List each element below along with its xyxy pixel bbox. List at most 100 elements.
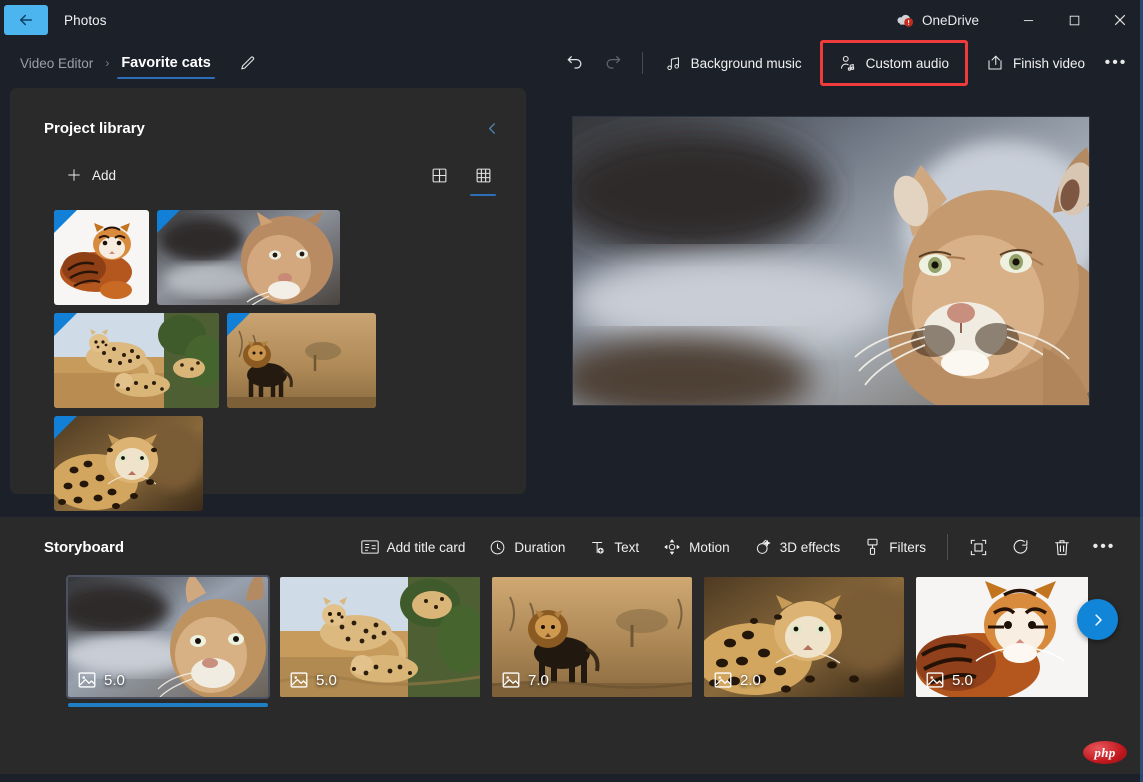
library-view-toggles bbox=[424, 160, 498, 196]
onedrive-status[interactable]: OneDrive bbox=[895, 12, 979, 28]
php-logo: php bbox=[1083, 741, 1127, 764]
library-toolbar: Add bbox=[10, 142, 526, 196]
close-icon bbox=[1114, 14, 1126, 26]
clip-duration: 5.0 bbox=[290, 671, 337, 689]
add-title-card-button[interactable]: Add title card bbox=[349, 530, 478, 564]
command-bar: Video Editor › Favorite cats Background … bbox=[0, 40, 1143, 86]
php-watermark: php bbox=[1083, 741, 1131, 764]
music-note-icon bbox=[666, 56, 679, 70]
share-export-icon bbox=[988, 55, 1002, 70]
breadcrumb-separator: › bbox=[105, 56, 110, 70]
grid-3x3-view-button[interactable] bbox=[468, 160, 498, 196]
video-preview[interactable] bbox=[572, 116, 1090, 406]
clip-duration-value: 2.0 bbox=[740, 671, 761, 689]
image-icon bbox=[290, 672, 308, 688]
grid-3x3-icon bbox=[476, 168, 490, 182]
image-icon bbox=[502, 672, 520, 688]
clip-duration-value: 7.0 bbox=[528, 671, 549, 689]
close-button[interactable] bbox=[1097, 0, 1143, 40]
minimize-icon bbox=[1023, 19, 1033, 21]
clip-duration: 5.0 bbox=[926, 671, 973, 689]
library-item-cheetah-pair[interactable] bbox=[54, 313, 219, 408]
storyboard-clip-cougar[interactable]: 5.0 bbox=[66, 575, 270, 707]
library-item-leopard-portrait[interactable] bbox=[54, 416, 203, 511]
selected-corner-marker bbox=[54, 210, 77, 233]
collapse-library-button[interactable] bbox=[478, 114, 506, 142]
app-title: Photos bbox=[64, 12, 107, 28]
more-options-button[interactable]: ••• bbox=[1097, 46, 1135, 80]
motion-label: Motion bbox=[689, 539, 730, 555]
thumbnail-image bbox=[54, 313, 219, 408]
custom-audio-highlight: Custom audio bbox=[819, 40, 968, 86]
undo-button[interactable] bbox=[556, 46, 594, 80]
back-button[interactable] bbox=[4, 5, 48, 35]
breadcrumb-project-name[interactable]: Favorite cats bbox=[117, 40, 216, 86]
text-button[interactable]: Text bbox=[577, 530, 651, 564]
storyboard-clip-lion[interactable]: 7.0 bbox=[492, 577, 692, 697]
3d-effects-button[interactable]: 3D effects bbox=[742, 530, 853, 564]
finish-video-button[interactable]: Finish video bbox=[974, 46, 1097, 80]
clip-duration-value: 5.0 bbox=[952, 671, 973, 689]
clock-icon bbox=[491, 540, 505, 554]
more-options-icon: ••• bbox=[1104, 54, 1128, 71]
rotate-icon bbox=[1013, 539, 1027, 554]
3d-effects-label: 3D effects bbox=[779, 539, 841, 555]
selected-corner-marker bbox=[54, 416, 77, 439]
person-audio-icon bbox=[840, 55, 854, 71]
photos-video-editor-window: Photos OneDrive Video Editor › Favorite … bbox=[0, 0, 1143, 782]
filters-label: Filters bbox=[889, 539, 926, 555]
minimize-button[interactable] bbox=[1005, 0, 1051, 40]
scroll-next-button[interactable] bbox=[1077, 599, 1118, 640]
rename-project-button[interactable] bbox=[233, 48, 263, 78]
delete-trash-icon bbox=[1055, 539, 1069, 555]
plus-icon bbox=[68, 169, 80, 181]
storyboard-clip-cheetah[interactable]: 5.0 bbox=[280, 577, 480, 697]
title-card-icon bbox=[360, 540, 379, 554]
rotate-button[interactable] bbox=[999, 530, 1041, 564]
custom-audio-button[interactable]: Custom audio bbox=[827, 46, 961, 80]
clip-duration: 7.0 bbox=[502, 671, 549, 689]
grid-2x2-view-button[interactable] bbox=[424, 160, 454, 190]
text-label: Text bbox=[614, 539, 640, 555]
background-music-label: Background music bbox=[690, 55, 802, 71]
clip-duration-value: 5.0 bbox=[104, 671, 125, 689]
thumbnail-image bbox=[157, 210, 340, 305]
maximize-button[interactable] bbox=[1051, 0, 1097, 40]
back-arrow-icon bbox=[20, 14, 32, 26]
undo-icon bbox=[567, 56, 582, 69]
breadcrumb-video-editor[interactable]: Video Editor bbox=[16, 56, 97, 71]
image-icon bbox=[926, 672, 944, 688]
clip-duration: 2.0 bbox=[714, 671, 761, 689]
crop-resize-button[interactable] bbox=[957, 530, 999, 564]
pencil-edit-icon bbox=[241, 56, 255, 69]
library-item-lion-savanna[interactable] bbox=[227, 313, 376, 408]
library-item-cougar-blurred[interactable] bbox=[157, 210, 340, 305]
php-logo-text: php bbox=[1094, 744, 1116, 760]
storyboard-divider bbox=[947, 534, 948, 560]
crop-resize-icon bbox=[970, 539, 986, 555]
duration-button[interactable]: Duration bbox=[477, 530, 577, 564]
duration-label: Duration bbox=[514, 539, 566, 555]
library-thumbnail-grid bbox=[10, 190, 482, 511]
preview-image-cougar bbox=[573, 117, 1089, 405]
redo-button[interactable] bbox=[594, 46, 632, 80]
storyboard-more-button[interactable]: ••• bbox=[1083, 530, 1125, 564]
storyboard-clip-leopard[interactable]: 2.0 bbox=[704, 577, 904, 697]
delete-button[interactable] bbox=[1041, 530, 1083, 564]
clip-selected-indicator bbox=[68, 703, 268, 707]
command-divider bbox=[641, 52, 643, 74]
background-music-button[interactable]: Background music bbox=[653, 46, 814, 80]
title-bar: Photos OneDrive bbox=[0, 0, 1143, 40]
breadcrumb: Video Editor › Favorite cats bbox=[0, 40, 263, 86]
motion-button[interactable]: Motion bbox=[651, 530, 742, 564]
3d-effects-icon bbox=[756, 539, 771, 554]
add-media-button[interactable]: Add bbox=[60, 161, 126, 189]
redo-icon bbox=[606, 56, 620, 69]
library-item-tiger-white-bg[interactable] bbox=[54, 210, 149, 305]
onedrive-label: OneDrive bbox=[921, 12, 979, 28]
filters-button[interactable]: Filters bbox=[852, 530, 938, 564]
text-icon bbox=[592, 541, 605, 554]
motion-icon bbox=[664, 539, 680, 555]
storyboard-toolbar: Add title card Duration Text Motion 3D e… bbox=[349, 530, 1125, 564]
project-library-panel: Project library Add bbox=[10, 88, 526, 511]
